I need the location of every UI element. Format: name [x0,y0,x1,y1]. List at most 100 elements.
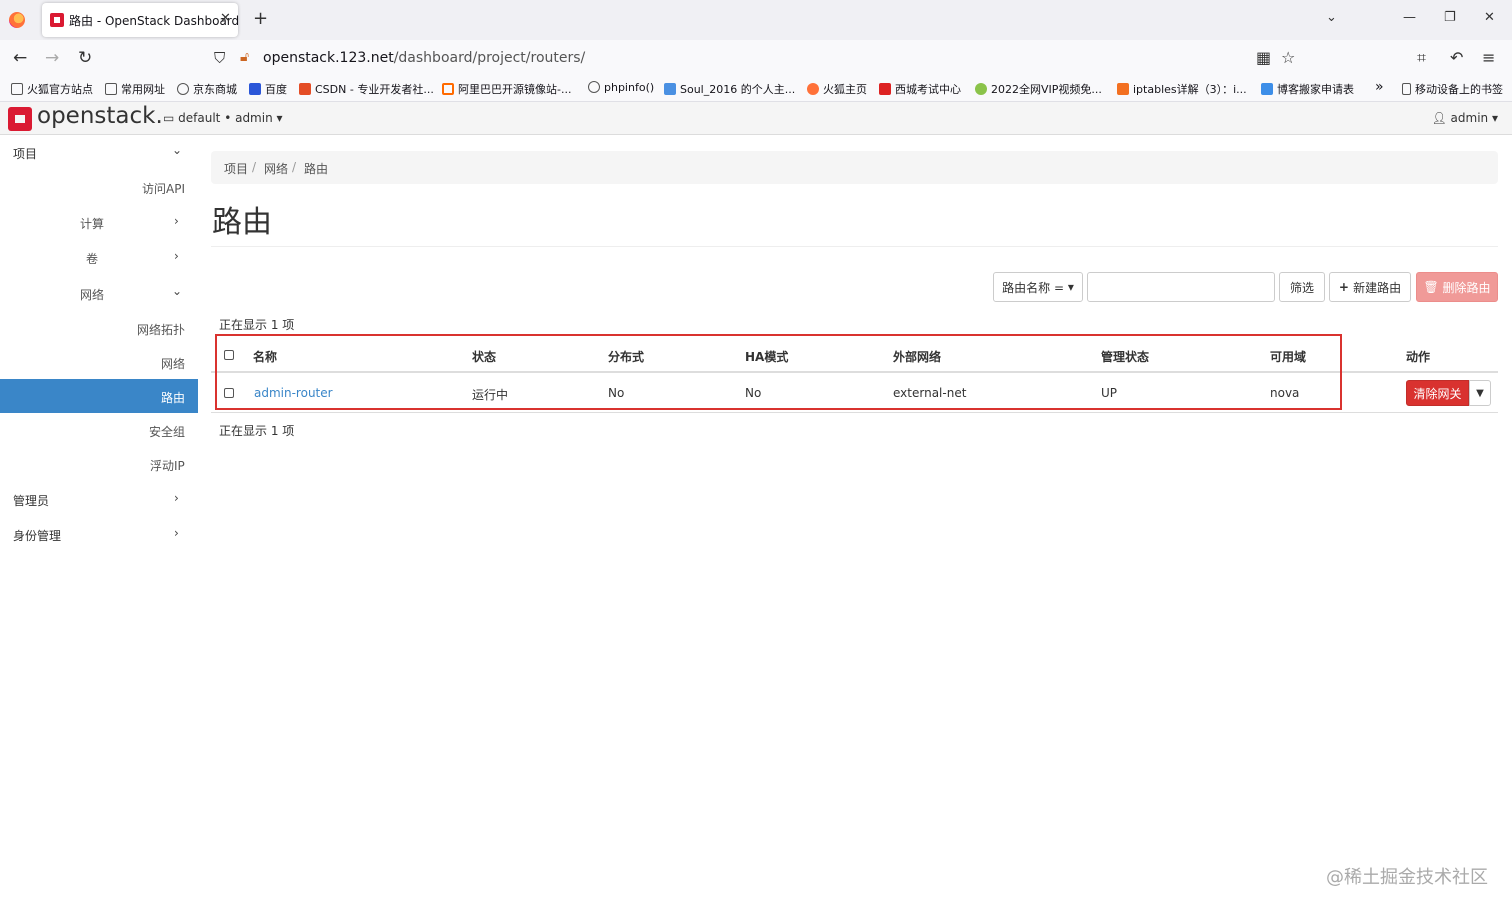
baidu-icon [249,83,261,95]
globe-icon [177,83,189,95]
restore-icon[interactable]: ❐ [1444,10,1456,25]
page-title: 路由 [212,205,272,240]
bookmark-item[interactable]: 京东商城 [177,81,237,97]
sidebar-item-project[interactable]: 项目 [13,145,37,162]
firefox-icon[interactable] [9,12,25,28]
screenshot-icon[interactable]: ⌗ [1417,48,1426,68]
bookmark-item[interactable]: 火狐主页 [807,81,867,97]
plus-icon: + [1338,280,1354,294]
sidebar: 项目 ⌄ 访问API 计算 › 卷 › 网络 ⌄ 网络拓扑 网络 路由 安全组 … [0,135,198,909]
chevron-right-icon[interactable]: › [174,249,179,263]
openstack-logo-text[interactable]: openstack. [37,103,163,129]
trash-icon: 🗑︎ [1423,280,1443,294]
sidebar-item-floating-ips[interactable]: 浮动IP [150,457,185,474]
bookmark-item[interactable]: 移动设备上的书签 [1402,81,1503,97]
bookmark-item[interactable]: CSDN - 专业开发者社... [299,81,434,97]
sidebar-item-admin[interactable]: 管理员 [13,492,49,509]
qr-code-icon[interactable]: ▦ [1256,48,1271,67]
breadcrumb: 项目 / 网络 / 路由 [211,151,1498,184]
table-row-divider [211,412,1498,413]
bookmark-item[interactable]: Soul_2016 的个人主... [664,81,795,97]
bookmark-item[interactable]: 阿里巴巴开源镜像站-... [442,81,571,97]
menu-icon[interactable]: ≡ [1482,48,1495,67]
bookmark-item[interactable]: 百度 [249,81,287,97]
tab-title: 路由 - OpenStack Dashboard [69,14,240,28]
project-selector[interactable]: ▭ default • admin ▾ [163,111,283,125]
iptables-article-icon [1117,83,1129,95]
caret-down-icon: ▾ [1064,280,1074,294]
item-count-top: 正在显示 1 项 [219,318,295,332]
row-actions-dropdown[interactable]: ▼ [1469,380,1491,406]
filter-input[interactable] [1087,272,1275,302]
item-count-bottom: 正在显示 1 项 [219,424,295,438]
chevron-right-icon[interactable]: › [174,526,179,540]
breadcrumb-separator: / [252,160,257,174]
blog-icon [664,83,676,95]
forward-arrow-icon[interactable]: → [45,48,59,68]
insecure-lock-icon[interactable]: 🔓︎ [240,49,249,65]
openstack-favicon-icon [50,13,64,27]
user-icon: 👤︎ [1431,111,1451,125]
url-bar[interactable]: openstack.123.net/dashboard/project/rout… [263,50,585,66]
browser-tab-routers[interactable]: 路由 - OpenStack Dashboard ✕ [42,3,240,37]
clear-gateway-button[interactable]: 清除网关 [1406,380,1469,406]
bookmarks-overflow-icon[interactable]: » [1375,79,1384,95]
chevron-down-icon[interactable]: ⌄ [172,284,182,298]
caret-down-icon: ▾ [1488,111,1498,125]
bookmark-item[interactable]: 2022全网VIP视频免... [975,81,1102,97]
bookmark-item[interactable]: 博客搬家申请表 [1261,81,1354,97]
bookmark-item[interactable]: iptables详解（3）：i... [1117,81,1247,97]
url-path: /dashboard/project/routers/ [393,50,586,66]
close-tab-icon[interactable]: ✕ [220,11,231,26]
folder-icon [105,83,117,95]
watermark: @稀土掘金技术社区 [1326,867,1488,888]
sidebar-item-compute[interactable]: 计算 [80,215,104,232]
reload-icon[interactable]: ↻ [78,48,92,68]
caret-down-icon: ▾ [272,111,283,125]
close-window-icon[interactable]: ✕ [1484,10,1495,25]
create-router-button[interactable]: + 新建路由 [1329,272,1411,302]
mobile-icon [1402,83,1411,95]
sidebar-item-routers[interactable]: 路由 [161,389,185,406]
aliyun-icon [442,83,454,95]
sidebar-item-identity[interactable]: 身份管理 [13,527,61,544]
bookmark-item[interactable]: 西城考试中心 [879,81,961,97]
delete-routers-button[interactable]: 🗑︎ 删除路由 [1416,272,1498,302]
sidebar-item-security-groups[interactable]: 安全组 [149,423,185,440]
filter-field-dropdown[interactable]: 路由名称 = ▾ [993,272,1083,302]
browser-nav-bar: ← → ↻ ⛉ 🔓︎ openstack.123.net/dashboard/p… [0,40,1512,76]
browser-tab-bar: 路由 - OpenStack Dashboard ✕ + ⌄ — ❐ ✕ [0,0,1512,40]
blog-move-icon [1261,83,1273,95]
bookmarks-bar: 火狐官方站点 常用网址 京东商城 百度 CSDN - 专业开发者社... 阿里巴… [0,76,1512,102]
sidebar-item-networks[interactable]: 网络 [161,355,185,372]
bookmark-item[interactable]: phpinfo() [588,81,654,94]
bookmark-item[interactable]: 火狐官方站点 [11,81,93,97]
user-menu[interactable]: 👤︎ admin ▾ [1431,111,1498,125]
sidebar-item-api-access[interactable]: 访问API [142,180,185,197]
tracking-shield-icon[interactable]: ⛉ [214,49,225,67]
caret-down-icon: ▼ [1476,387,1484,399]
chevron-down-icon[interactable]: ⌄ [172,143,182,157]
undo-icon[interactable]: ↶ [1450,48,1463,67]
breadcrumb-project[interactable]: 项目 [224,160,248,177]
openstack-logo-icon[interactable] [8,107,32,131]
folder-icon [11,83,23,95]
filter-button[interactable]: 筛选 [1279,272,1325,302]
sidebar-item-network-topology[interactable]: 网络拓扑 [137,321,185,338]
new-tab-button[interactable]: + [253,8,268,29]
minimize-icon[interactable]: — [1403,10,1416,25]
back-arrow-icon[interactable]: ← [13,48,27,68]
chevron-right-icon[interactable]: › [174,214,179,228]
breadcrumb-network[interactable]: 网络 [264,160,288,177]
column-header-actions: 动作 [1406,350,1431,364]
bookmark-star-icon[interactable]: ☆ [1281,48,1295,67]
breadcrumb-routers: 路由 [304,162,329,176]
openstack-header: openstack. ▭ default • admin ▾ 👤︎ admin … [0,102,1512,135]
sidebar-item-network[interactable]: 网络 [80,286,104,303]
tab-list-chevron-icon[interactable]: ⌄ [1326,10,1337,25]
chevron-right-icon[interactable]: › [174,491,179,505]
video-site-icon [975,83,987,95]
bookmark-item[interactable]: 常用网址 [105,81,165,97]
sidebar-item-volumes[interactable]: 卷 [86,250,98,267]
annotation-highlight-box [215,334,1342,410]
